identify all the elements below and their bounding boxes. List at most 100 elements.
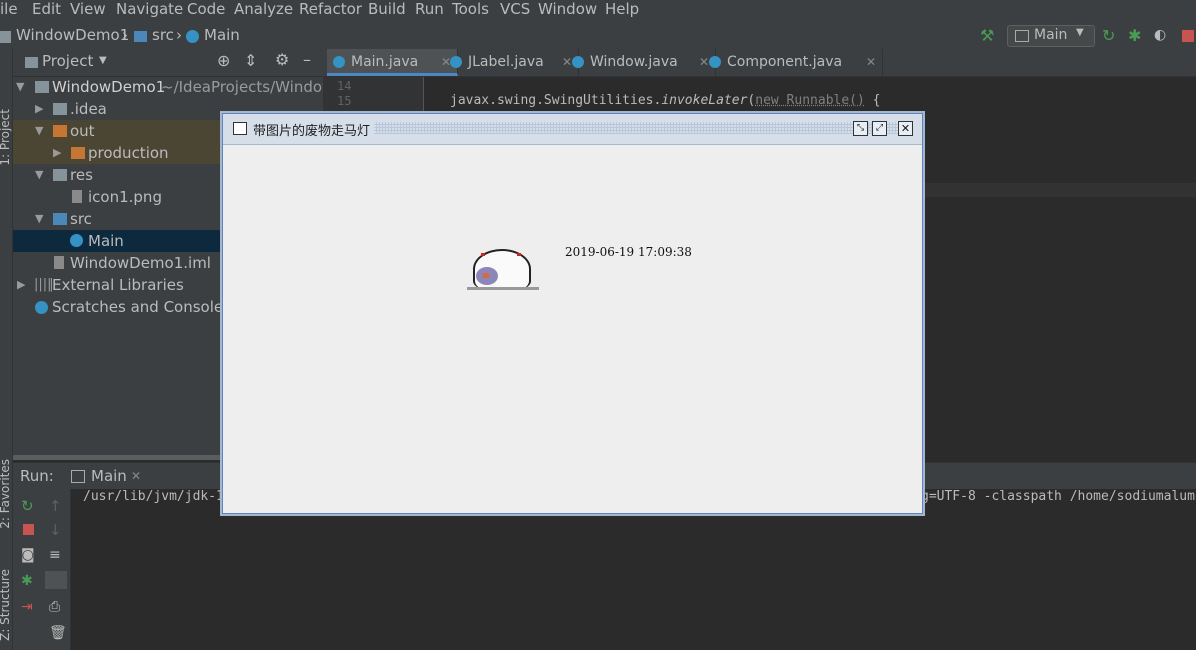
tree-item-label: WindowDemo1.iml (70, 254, 211, 272)
rerun-icon[interactable]: ↻ (21, 497, 37, 515)
marquee-timestamp: 2019-06-19 17:09:38 (565, 245, 692, 259)
menu-tools[interactable]: Tools (452, 0, 489, 19)
scratches-icon (35, 301, 48, 314)
tab-main-java[interactable]: Main.java ✕ (327, 49, 458, 76)
excluded-folder-icon (53, 125, 67, 137)
tab-component-java[interactable]: Component.java ✕ (703, 49, 883, 76)
config-icon (1015, 30, 1029, 42)
breadcrumb-src[interactable]: src (152, 26, 174, 45)
tool-window-favorites[interactable]: 2: Favorites (0, 459, 12, 529)
rerun-icon[interactable]: ↻ (1102, 26, 1115, 45)
menu-file[interactable]: ile (0, 0, 18, 19)
mascot-image (467, 247, 539, 295)
collapsed-arrow-icon: ▶ (35, 102, 44, 115)
tree-item-project-root[interactable]: ▼ WindowDemo1 ~/IdeaProjects/WindowD (13, 76, 323, 98)
menu-build[interactable]: Build (368, 0, 406, 19)
menu-code[interactable]: Code (187, 0, 225, 19)
coverage-icon[interactable]: ◐ (1154, 26, 1166, 45)
menu-view[interactable]: View (70, 0, 106, 19)
menu-refactor[interactable]: Refactor (299, 0, 362, 19)
code-token: javax.swing.SwingUtilities. (450, 93, 662, 108)
run-config-icon (71, 470, 85, 483)
console-line: g=UTF-8 -classpath /home/sodiumaluminat (921, 489, 1196, 504)
class-icon (450, 56, 462, 68)
menu-window[interactable]: Window (538, 0, 597, 19)
down-arrow-icon[interactable]: ↓ (49, 521, 65, 539)
expand-arrow-icon: ▼ (35, 168, 44, 181)
menu-analyze[interactable]: Analyze (234, 0, 293, 19)
folder-icon (53, 103, 67, 115)
module-folder-icon (35, 81, 49, 93)
editor-tab-bar: Main.java ✕ JLabel.java ✕ Window.java ✕ … (323, 49, 1196, 77)
menu-run[interactable]: Run (415, 0, 444, 19)
tree-item-path: ~/IdeaProjects/WindowD (161, 78, 323, 96)
debug-icon[interactable]: ✱ (21, 573, 37, 589)
tree-item-label: Scratches and Consoles (52, 298, 231, 316)
code-token: { (864, 93, 881, 108)
line-number: 15 (337, 94, 352, 108)
menu-vcs[interactable]: VCS (500, 0, 530, 19)
menu-navigate[interactable]: Navigate (116, 0, 183, 19)
menu-help[interactable]: Help (605, 0, 639, 19)
tab-jlabel-java[interactable]: JLabel.java ✕ (444, 49, 579, 76)
minimize-icon[interactable]: ⤡ (853, 121, 868, 136)
breadcrumb-project[interactable]: WindowDemo1 (16, 26, 129, 45)
code-line-15: javax.swing.SwingUtilities.invokeLater(n… (450, 93, 880, 108)
expand-arrow-icon: ▼ (35, 212, 44, 225)
exit-icon[interactable]: ⇥ (21, 599, 37, 615)
folder-icon (0, 31, 11, 43)
camera-icon[interactable]: ◙ (21, 547, 37, 563)
trash-icon[interactable]: 🗑 (49, 625, 67, 641)
breadcrumb-main[interactable]: Main (204, 26, 240, 45)
project-view-select[interactable]: Project (42, 52, 93, 70)
chevron-right-icon: › (176, 26, 182, 44)
tool-window-project[interactable]: 1: Project (0, 109, 12, 166)
project-folder-icon (25, 57, 38, 68)
tab-window-java[interactable]: Window.java ✕ (566, 49, 716, 76)
soft-wrap-icon[interactable]: ≡ (49, 547, 65, 563)
collapse-all-icon[interactable]: ⇕ (244, 51, 257, 70)
stop-icon[interactable] (23, 524, 34, 535)
up-arrow-icon[interactable]: ↑ (49, 497, 65, 515)
maximize-icon[interactable]: ⤢ (872, 121, 887, 136)
tree-item-label: icon1.png (88, 188, 162, 206)
tree-item-label: WindowDemo1 (52, 78, 166, 96)
close-icon[interactable]: ✕ (898, 121, 913, 136)
build-hammer-icon[interactable]: ⚒ (980, 26, 994, 45)
tree-item-label: res (70, 166, 93, 184)
swing-title-bar[interactable]: 带图片的废物走马灯 ⤡ ⤢ ✕ (223, 114, 922, 145)
run-configuration-select[interactable]: Main ▼ (1007, 25, 1095, 47)
debug-bug-icon[interactable]: ✱ (1128, 26, 1141, 45)
tab-label: Main.java (351, 54, 419, 70)
tree-item-label: Main (88, 232, 124, 250)
gear-icon[interactable]: ⚙ (275, 50, 289, 69)
line-number: 14 (337, 79, 352, 93)
tool-window-structure[interactable]: Z: Structure (0, 569, 12, 641)
window-menu-icon[interactable] (233, 122, 247, 135)
folder-icon (53, 169, 67, 181)
hide-panel-icon[interactable]: – (303, 50, 311, 69)
horizontal-scrollbar[interactable] (13, 455, 223, 460)
close-icon[interactable]: ✕ (866, 49, 876, 76)
menu-bar: ile Edit View Navigate Code Analyze Refa… (0, 0, 1196, 22)
print-icon[interactable]: ⎙ (49, 599, 65, 615)
stop-icon[interactable] (1182, 30, 1194, 42)
close-icon[interactable]: ✕ (131, 469, 141, 483)
run-config-label: Main (1034, 27, 1068, 43)
source-folder-icon (53, 213, 67, 225)
tab-label: Window.java (590, 54, 678, 70)
menu-edit[interactable]: Edit (32, 0, 61, 19)
tree-item-label: .idea (70, 100, 107, 118)
left-tool-strip: 1: Project 2: Favorites Z: Structure (0, 49, 13, 650)
chevron-right-icon: › (122, 26, 128, 44)
tree-item-label: External Libraries (52, 276, 184, 294)
code-token: new Runnable() (755, 93, 865, 108)
locate-icon[interactable]: ⊕ (217, 51, 230, 70)
class-icon (709, 56, 721, 68)
excluded-folder-icon (71, 147, 85, 159)
tab-label: JLabel.java (468, 54, 544, 70)
scroll-to-end-icon[interactable] (45, 571, 67, 589)
swing-window[interactable]: 带图片的废物走马灯 ⤡ ⤢ ✕ 2019-06-19 17:09:38 (222, 113, 923, 514)
image-file-icon (72, 190, 82, 203)
run-tab-main[interactable]: Main (91, 467, 127, 485)
